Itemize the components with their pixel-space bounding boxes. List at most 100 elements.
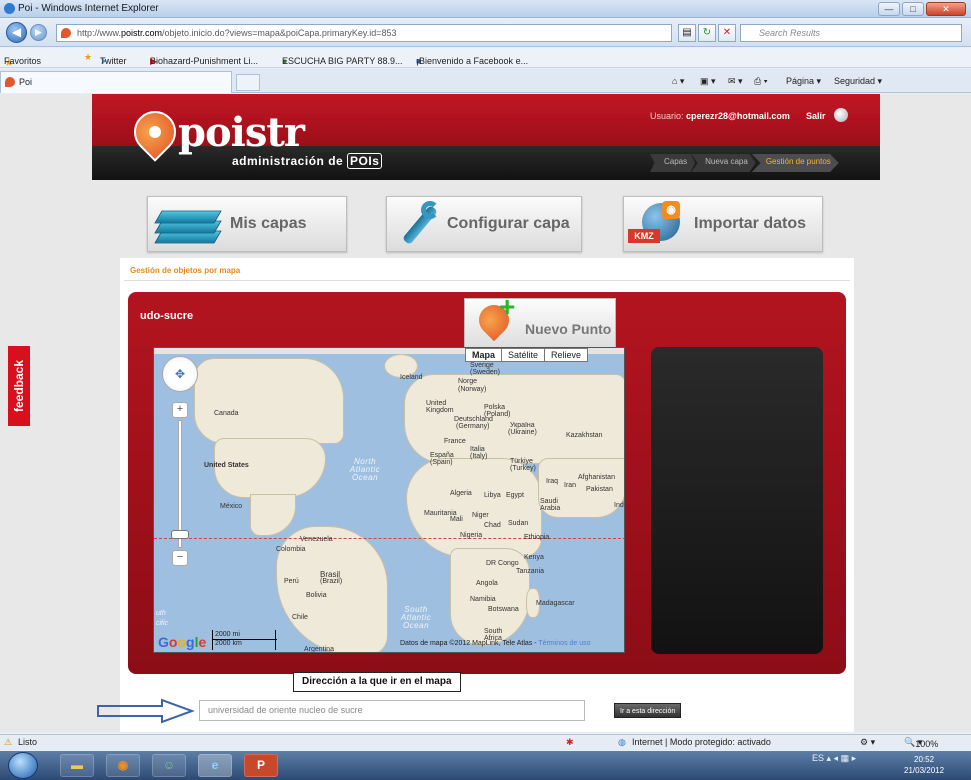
importar-datos-button[interactable]: ◉ KMZ Importar datos (623, 196, 823, 252)
section-divider (124, 280, 850, 281)
map-type-relieve[interactable]: Relieve (544, 348, 589, 362)
tray-icons[interactable]: ▴ ◂ ▦ ▸ (827, 753, 857, 763)
tab-bar: Poi ⌂ ▾ ▣ ▾ ✉ ▾ ⎙ ▾ Página ▾ Seguridad ▾ (0, 69, 971, 93)
home-icon[interactable]: ⌂ ▾ (672, 76, 684, 87)
map-type-satelite[interactable]: Satélite (501, 348, 546, 362)
map-scale: 2000 mi 2000 km (212, 630, 277, 650)
url-path: /objeto.inicio.do?views=mapa&poiCapa.pri… (162, 28, 397, 38)
windows-taskbar: ▬ ◉ ☺ e P ES ▴ ◂ ▦ ▸ 20:52 21/03/2012 (0, 751, 971, 780)
warning-icon: ⚠ (4, 737, 13, 747)
north-atlantic-label: North Atlantic Ocean (349, 457, 381, 482)
system-tray: ES ▴ ◂ ▦ ▸ (812, 753, 856, 764)
breadcrumb-capas[interactable]: Capas (650, 154, 696, 172)
configurar-capa-button[interactable]: Configurar capa (386, 196, 582, 252)
protected-mode-icon[interactable]: ⚙ ▾ (860, 737, 875, 748)
section-title: Gestión de objetos por mapa (130, 266, 241, 275)
search-placeholder: Search Results (759, 28, 821, 38)
clock[interactable]: 20:52 21/03/2012 (904, 754, 944, 776)
close-window-button[interactable]: ✕ (926, 2, 966, 16)
poi-info-pane (651, 347, 823, 654)
address-input-value: universidad de oriente nucleo de sucre (208, 705, 363, 715)
messenger-icon[interactable]: ☺ (152, 754, 186, 777)
eurasia-land (404, 374, 624, 464)
powerpoint-icon[interactable]: P (244, 754, 278, 777)
status-bar: ⚠ Listo ✱ ◍ Internet | Modo protegido: a… (0, 734, 971, 750)
google-logo[interactable]: Google (158, 634, 206, 650)
new-tab-button[interactable] (236, 74, 260, 91)
url-field[interactable]: http://www.poistr.com/objeto.inicio.do?v… (56, 24, 672, 42)
window-title: Poi - Windows Internet Explorer (18, 3, 159, 14)
internet-zone-icon: ◍ (618, 737, 626, 747)
central-america-land (250, 494, 296, 536)
address-tooltip: Dirección a la que ir en el mapa (293, 672, 461, 692)
popup-blocker-icon[interactable]: ✱ (566, 737, 574, 748)
site-logo[interactable]: poistr (178, 109, 305, 156)
map-canvas[interactable]: Canada United States México Venezuela Co… (153, 347, 625, 653)
north-america-land (194, 358, 344, 444)
page-menu[interactable]: Página ▾ (786, 76, 821, 87)
terms-link[interactable]: Términos de uso (538, 640, 590, 647)
map-type-mapa[interactable]: Mapa (465, 348, 503, 362)
kmz-import-icon: ◉ KMZ (628, 201, 688, 249)
layers-icon (154, 203, 222, 247)
equator-line (154, 538, 624, 539)
site-tagline: administración de POIs (232, 153, 383, 169)
map-type-selector: Mapa Satélite Relieve (465, 348, 589, 362)
print-icon[interactable]: ⎙ ▾ (754, 76, 767, 87)
zoom-slider-handle[interactable] (171, 530, 189, 539)
minimize-button[interactable]: — (878, 2, 900, 16)
favorites-bar: ★ Favoritos ★ ➤ Twitter ▶ Biohazard-Puni… (0, 48, 971, 69)
refresh-icon[interactable]: ↻ (698, 24, 716, 42)
arrow-right-icon (97, 698, 195, 724)
map-copyright: Datos de mapa ©2012 MapLink, Tele Atlas … (400, 640, 591, 647)
explorer-icon[interactable]: ▬ (60, 754, 94, 777)
feedback-tab[interactable]: feedback (8, 346, 30, 426)
breadcrumb-gestion-puntos[interactable]: Gestión de puntos (751, 154, 839, 172)
forward-button[interactable]: ▶ (30, 24, 47, 41)
security-zone: Internet | Modo protegido: activado (632, 737, 771, 747)
user-email: cperezr28@hotmail.com (686, 111, 790, 121)
logout-link[interactable]: Salir (806, 111, 826, 121)
tab-favicon-icon (5, 77, 15, 87)
address-input[interactable]: universidad de oriente nucleo de sucre (199, 700, 585, 721)
mis-capas-button[interactable]: Mis capas (147, 196, 347, 252)
africa-north-land (406, 458, 542, 558)
tab-poi[interactable]: Poi (0, 71, 232, 93)
mail-icon[interactable]: ✉ ▾ (728, 76, 743, 87)
zoom-out-button[interactable]: − (172, 550, 188, 566)
breadcrumb: Capas Nueva capa Gestión de puntos (650, 154, 839, 172)
ie-logo-icon (4, 3, 15, 14)
user-info: Usuario: cperezr28@hotmail.com (650, 111, 790, 121)
nuevo-punto-button[interactable]: + Nuevo Punto (464, 293, 616, 348)
url-domain: poistr.com (121, 28, 163, 38)
start-button[interactable] (8, 752, 38, 779)
zoom-in-button[interactable]: + (172, 402, 188, 418)
breadcrumb-nueva-capa[interactable]: Nueva capa (691, 154, 756, 172)
zoom-slider-track[interactable] (178, 420, 182, 548)
maximize-button[interactable]: □ (902, 2, 924, 16)
back-button[interactable]: ◀ (6, 22, 27, 43)
map-pan-control-icon[interactable]: ✥ (162, 356, 198, 392)
address-bar: ◀ ▶ http://www.poistr.com/objeto.inicio.… (0, 19, 971, 47)
compatibility-icon[interactable]: ▤ (678, 24, 696, 42)
feeds-icon[interactable]: ▣ ▾ (700, 76, 716, 87)
south-atlantic-label: South Atlantic Ocean (400, 605, 432, 630)
media-player-icon[interactable]: ◉ (106, 754, 140, 777)
search-input[interactable]: Search Results (740, 24, 962, 42)
language-indicator[interactable]: ES (812, 753, 824, 763)
site-favicon-icon (61, 28, 71, 38)
wrench-icon (395, 201, 441, 247)
zoom-level[interactable]: 🔍 100% ▾ (904, 737, 938, 749)
add-favorites-icon[interactable]: ★ (84, 52, 92, 63)
power-icon[interactable] (834, 108, 848, 122)
url-prefix: http://www. (77, 28, 122, 38)
security-menu[interactable]: Seguridad ▾ (834, 76, 882, 87)
status-text: Listo (18, 737, 38, 747)
window-titlebar: Poi - Windows Internet Explorer — □ ✕ (0, 0, 971, 18)
go-to-address-button[interactable]: Ir a esta dirección (614, 703, 682, 718)
internet-explorer-icon[interactable]: e (198, 754, 232, 777)
layer-name: udo-sucre (140, 310, 194, 322)
plus-icon: + (499, 291, 516, 322)
stop-icon[interactable]: ✕ (718, 24, 736, 42)
tab-label: Poi (19, 77, 33, 87)
